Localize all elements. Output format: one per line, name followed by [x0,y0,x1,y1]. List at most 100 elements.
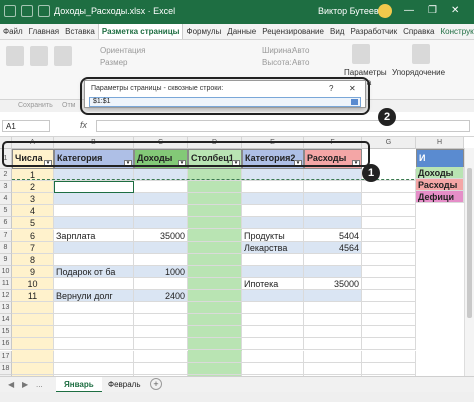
sheet-options-icon[interactable] [352,44,370,64]
cell-g12[interactable] [362,290,416,303]
cell-e15[interactable] [242,326,304,339]
cell-e14[interactable] [242,314,304,327]
cell-d15[interactable] [188,326,242,339]
cell-c16[interactable] [134,338,188,351]
cell-f15[interactable] [304,326,362,339]
row-header-3[interactable]: 3 [0,181,12,194]
cell-b4[interactable] [54,193,134,206]
cell-f18[interactable] [304,362,362,375]
tab-file[interactable]: Файл [0,24,26,39]
sheet-tab-february[interactable]: Февраль [100,377,149,393]
cell-f7[interactable]: 5404 [304,229,362,242]
cell-g7[interactable] [362,229,416,242]
tab-formulas[interactable]: Формулы [183,24,224,39]
cell-f17[interactable] [304,350,362,363]
cell-b10[interactable]: Подарок от ба [54,265,134,278]
cell-d14[interactable] [188,314,242,327]
row-header-15[interactable]: 15 [0,326,12,339]
cell-g17[interactable] [362,350,416,363]
cell-f8[interactable]: 4564 [304,241,362,254]
user-name[interactable]: Виктор Бутеев [318,6,379,16]
cell-e5[interactable] [242,205,304,218]
sheet-options-label[interactable]: Параметры [344,68,387,77]
tab-table-design[interactable]: Конструктор таблиц [438,24,474,39]
cell-b14[interactable] [54,314,134,327]
cell-f3[interactable] [304,181,362,194]
sheet-next-icon[interactable]: ▶ [22,380,28,389]
orientation-button[interactable]: Ориентация [100,46,145,55]
cell-a11[interactable]: 10 [12,277,54,290]
cell-c14[interactable] [134,314,188,327]
cell-g5[interactable] [362,205,416,218]
cell-c7[interactable]: 35000 [134,229,188,242]
cell-c18[interactable] [134,362,188,375]
cell-f6[interactable] [304,217,362,230]
cell-f11[interactable]: 35000 [304,277,362,290]
tab-home[interactable]: Главная [26,24,62,39]
add-sheet-button[interactable]: + [150,378,162,390]
close-button[interactable]: ✕ [451,5,459,16]
cell-c6[interactable] [134,217,188,230]
margins-icon[interactable] [30,46,48,66]
cell-e17[interactable] [242,350,304,363]
cell-d7[interactable] [188,229,242,242]
cell-g8[interactable] [362,241,416,254]
tab-data[interactable]: Данные [224,24,259,39]
cell-b17[interactable] [54,350,134,363]
tab-review[interactable]: Рецензирование [259,24,327,39]
cell-d17[interactable] [188,350,242,363]
name-box[interactable]: A1 [2,120,50,132]
cell-b15[interactable] [54,326,134,339]
sheet-prev-icon[interactable]: ◀ [8,380,14,389]
tab-view[interactable]: Вид [327,24,347,39]
cell-g18[interactable] [362,362,416,375]
cell-b7[interactable]: Зарплата [54,229,134,242]
cell-d18[interactable] [188,362,242,375]
cell-d9[interactable] [188,253,242,266]
side-label-deficit[interactable]: Дефици [416,191,464,203]
sheet-tab-january[interactable]: Январь [56,377,102,393]
fx-icon[interactable]: fx [80,120,87,130]
tab-page-layout[interactable]: Разметка страницы [97,24,184,39]
cell-g15[interactable] [362,326,416,339]
minimize-button[interactable]: — [404,5,414,16]
cell-d5[interactable] [188,205,242,218]
size-button[interactable]: Размер [100,58,128,67]
cell-b12[interactable]: Вернули долг [54,290,134,303]
save-icon[interactable] [21,5,33,17]
cell-f14[interactable] [304,314,362,327]
cell-c4[interactable] [134,193,188,206]
cell-e9[interactable] [242,253,304,266]
cell-f12[interactable] [304,290,362,303]
cell-e16[interactable] [242,338,304,351]
cell-e4[interactable] [242,193,304,206]
row-header-12[interactable]: 12 [0,290,12,303]
header-cell-h[interactable]: И [416,149,464,169]
cell-a16[interactable] [12,338,54,351]
page-setup-icon[interactable] [54,46,72,66]
cell-d13[interactable] [188,302,242,315]
cell-b5[interactable] [54,205,134,218]
cell-g16[interactable] [362,338,416,351]
cell-d16[interactable] [188,338,242,351]
cell-f4[interactable] [304,193,362,206]
cell-e3[interactable] [242,181,304,194]
undo-icon[interactable] [38,5,50,17]
cell-d10[interactable] [188,265,242,278]
row-header-13[interactable]: 13 [0,302,12,315]
row-header-9[interactable]: 9 [0,253,12,266]
side-label-expense[interactable]: Расходы [416,179,464,191]
cell-g3[interactable] [362,181,416,194]
row-header-11[interactable]: 11 [0,277,12,290]
cell-a3[interactable]: 2 [12,181,54,194]
row-header-14[interactable]: 14 [0,314,12,327]
scroll-thumb[interactable] [467,168,472,318]
cell-e13[interactable] [242,302,304,315]
cell-d8[interactable] [188,241,242,254]
cell-d6[interactable] [188,217,242,230]
cell-g6[interactable] [362,217,416,230]
row-header-4[interactable]: 4 [0,193,12,206]
cell-a18[interactable] [12,362,54,375]
cell-b11[interactable] [54,277,134,290]
cell-c10[interactable]: 1000 [134,265,188,278]
